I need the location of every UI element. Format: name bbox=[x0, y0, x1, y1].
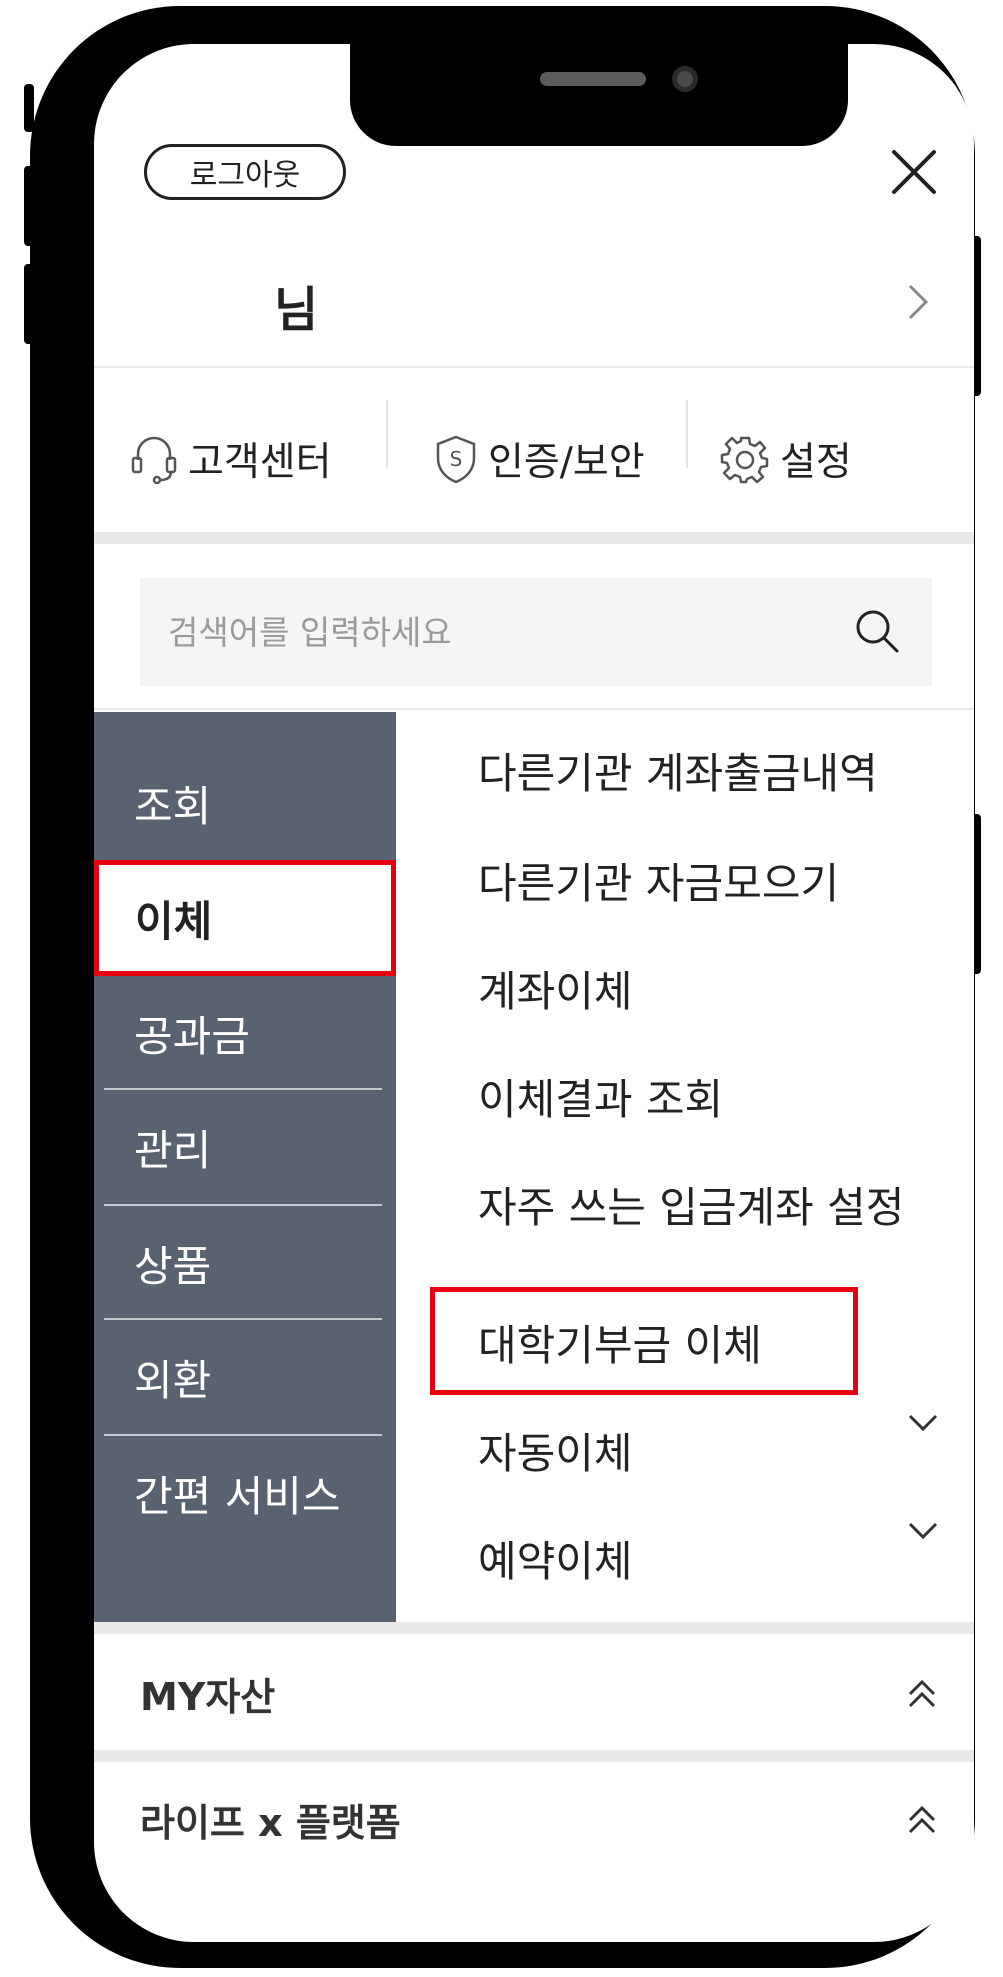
life-platform-section[interactable]: 라이프 x 플랫폼 bbox=[94, 1764, 974, 1874]
customer-center-link[interactable]: 고객센터 bbox=[130, 404, 332, 514]
menu-item-transfer[interactable]: 이체 bbox=[94, 860, 396, 976]
phone-mute-switch bbox=[24, 84, 34, 132]
phone-volume-up bbox=[24, 166, 34, 246]
divider bbox=[94, 708, 974, 710]
user-profile-row[interactable]: 님 bbox=[94, 244, 974, 354]
svg-text:S: S bbox=[450, 447, 463, 471]
section-title: 라이프 x 플랫폼 bbox=[140, 1800, 401, 1845]
section-divider bbox=[94, 532, 974, 544]
double-chevron-up-icon[interactable] bbox=[904, 1800, 940, 1838]
divider bbox=[94, 366, 974, 368]
headset-icon bbox=[131, 436, 177, 484]
settings-label: 설정 bbox=[780, 440, 852, 485]
divider bbox=[386, 400, 388, 468]
submenu-item-fund-gathering[interactable]: 다른기관 자금모으기 bbox=[478, 830, 938, 930]
submenu-item-auto-transfer[interactable]: 자동이체 bbox=[478, 1400, 938, 1500]
submenu-item-account-transfer[interactable]: 계좌이체 bbox=[478, 938, 938, 1038]
chevron-right-icon bbox=[902, 282, 934, 322]
security-link[interactable]: S 인증/보안 bbox=[434, 404, 645, 514]
menu-item-products[interactable]: 상품 bbox=[104, 1206, 382, 1320]
gear-icon bbox=[720, 436, 769, 484]
phone-volume-down bbox=[24, 264, 34, 344]
search-bar bbox=[140, 578, 932, 686]
search-input[interactable] bbox=[168, 612, 848, 652]
submenu-item-scheduled-transfer[interactable]: 예약이체 bbox=[478, 1508, 938, 1608]
settings-link[interactable]: 설정 bbox=[720, 404, 852, 514]
phone-frame: 로그아웃 님 고객센터 S 인증/보안 설정 검색어를 입력하세요 조회 이체 … bbox=[24, 6, 981, 1968]
submenu-item-transfer-results[interactable]: 이체결과 조회 bbox=[478, 1046, 938, 1146]
close-icon[interactable] bbox=[884, 142, 944, 202]
phone-screen: 로그아웃 님 고객센터 S 인증/보안 설정 검색어를 입력하세요 조회 이체 … bbox=[94, 44, 974, 1942]
logout-button[interactable]: 로그아웃 bbox=[144, 144, 346, 200]
submenu-item-favorite-accounts[interactable]: 자주 쓰는 입금계좌 설정 bbox=[478, 1154, 938, 1254]
double-chevron-up-icon[interactable] bbox=[904, 1674, 940, 1712]
search-icon[interactable] bbox=[852, 606, 902, 656]
menu-item-inquiry[interactable]: 조회 bbox=[104, 746, 382, 860]
speaker-grille bbox=[540, 72, 646, 86]
menu-item-forex[interactable]: 외환 bbox=[104, 1320, 382, 1434]
chevron-down-icon[interactable] bbox=[906, 1520, 940, 1542]
user-name: 님 bbox=[274, 282, 319, 338]
submenu-item-other-withdrawals[interactable]: 다른기관 계좌출금내역 bbox=[478, 720, 938, 820]
menu-item-management[interactable]: 관리 bbox=[104, 1090, 382, 1204]
chevron-down-icon[interactable] bbox=[906, 1412, 940, 1434]
quick-links: 고객센터 S 인증/보안 설정 bbox=[94, 404, 974, 514]
highlight-box bbox=[430, 1287, 858, 1395]
section-divider bbox=[94, 1750, 974, 1762]
menu-item-easy-services[interactable]: 간편 서비스 bbox=[104, 1436, 382, 1550]
front-camera bbox=[672, 66, 698, 92]
phone-notch bbox=[350, 44, 848, 146]
shield-icon: S bbox=[436, 435, 476, 484]
security-label: 인증/보안 bbox=[488, 440, 645, 485]
customer-center-label: 고객센터 bbox=[188, 440, 332, 485]
my-assets-section[interactable]: MY자산 bbox=[94, 1638, 974, 1748]
section-title: MY자산 bbox=[140, 1674, 276, 1719]
divider bbox=[686, 400, 688, 468]
section-divider bbox=[94, 1622, 974, 1634]
menu-item-utility-bills[interactable]: 공과금 bbox=[104, 976, 382, 1090]
